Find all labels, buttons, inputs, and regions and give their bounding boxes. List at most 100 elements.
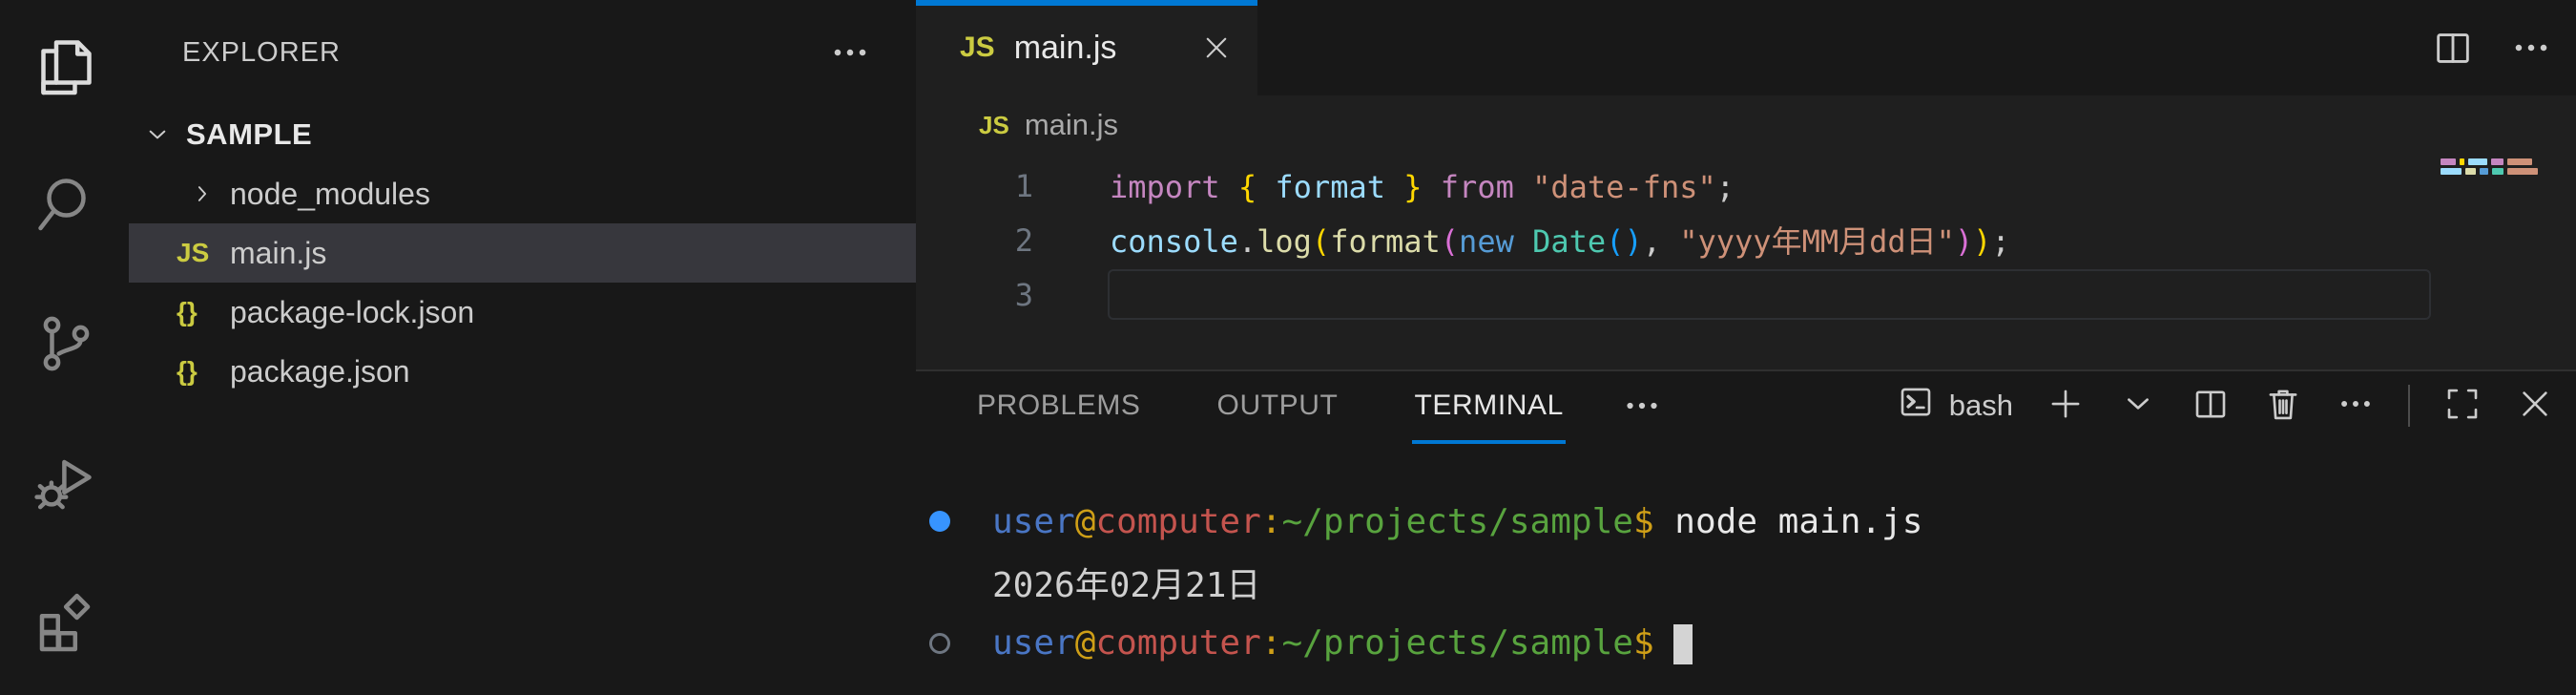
explorer-more-actions-button[interactable] — [828, 31, 872, 74]
minimap-segment — [2468, 158, 2487, 165]
activity-bar — [0, 0, 129, 695]
activity-item-source-control[interactable] — [0, 277, 129, 415]
shell-label: bash — [1949, 389, 2013, 423]
files-icon — [31, 32, 99, 106]
code-line-2[interactable]: 2 console.log(format(new Date(), "yyyy年MM… — [916, 213, 2576, 267]
code-line-1[interactable]: 1 import { format } from "date-fns"; — [916, 158, 2576, 213]
minimap-segment — [2460, 158, 2464, 165]
explorer-title: EXPLORER — [182, 37, 341, 69]
panel-actions: bash — [1896, 371, 2576, 440]
shell-selector[interactable]: bash — [1896, 382, 2013, 430]
close-icon — [2515, 384, 2555, 429]
plus-icon — [2046, 384, 2086, 429]
tree-item-package-lock.json[interactable]: {} package-lock.json — [129, 283, 916, 342]
panel-tab-output[interactable]: OUTPUT — [1215, 371, 1340, 444]
breadcrumb-label: main.js — [1025, 108, 1118, 142]
editor-group: JS main.js JS main.js 1 import { format }… — [916, 0, 2576, 369]
breadcrumb[interactable]: JS main.js — [916, 95, 1118, 155]
maximize-panel-button[interactable] — [2442, 384, 2483, 429]
terminal-text: user@computer:~/projects/sample$ node ma… — [992, 502, 1922, 541]
minimap[interactable] — [2441, 158, 2542, 178]
tree-root-sample[interactable]: SAMPLE — [129, 105, 916, 164]
trash-icon — [2263, 384, 2303, 429]
minimap-line — [2441, 158, 2542, 165]
activity-item-explorer[interactable] — [0, 0, 129, 138]
terminal-line-2: 2026年02月21日 — [916, 552, 2576, 613]
kill-terminal-button[interactable] — [2263, 384, 2303, 429]
json-file-icon: {} — [177, 297, 197, 327]
terminal-cursor — [1673, 624, 1693, 664]
line-number: 1 — [916, 168, 1033, 204]
tree-item-node_modules[interactable]: node_modules — [129, 164, 916, 223]
editor-more-actions-button[interactable] — [2509, 26, 2553, 70]
bottom-panel: PROBLEMS OUTPUT TERMINAL bash user@compute… — [916, 369, 2576, 695]
run-debug-icon — [31, 448, 99, 521]
minimap-segment — [2507, 168, 2538, 175]
tree-item-main.js[interactable]: JS main.js — [129, 223, 916, 283]
code-line-3[interactable]: 3 — [916, 267, 2576, 322]
minimap-segment — [2507, 158, 2532, 165]
extensions-icon — [31, 586, 99, 660]
minimap-segment — [2441, 158, 2456, 165]
json-file-icon: {} — [177, 356, 197, 387]
tree-item-package.json[interactable]: {} package.json — [129, 342, 916, 401]
close-icon[interactable] — [1200, 32, 1233, 64]
minimap-segment — [2480, 168, 2488, 175]
command-success-decoration — [916, 511, 992, 532]
sidebar: EXPLORER SAMPLE node_modules JS main.js {} p… — [129, 0, 916, 695]
activity-item-search[interactable] — [0, 138, 129, 277]
split-icon — [2191, 384, 2231, 429]
panel-tabs-more-button[interactable] — [1621, 371, 1663, 440]
tree-item-label: package-lock.json — [230, 295, 474, 330]
line-number: 2 — [916, 222, 1033, 259]
terminal-text: 2026年02月21日 — [992, 558, 1260, 607]
panel-tab-terminal[interactable]: TERMINAL — [1412, 371, 1566, 444]
terminal-line-3: user@computer:~/projects/sample$ — [916, 613, 2576, 674]
file-tree: node_modules JS main.js {} package-lock.json… — [129, 164, 916, 401]
code-line-content: console.log(format(new Date(), "yyyy年MM月… — [1108, 215, 2431, 265]
minimap-line — [2441, 168, 2542, 175]
activity-item-extensions[interactable] — [0, 554, 129, 692]
divider — [2408, 385, 2410, 427]
minimap-segment — [2491, 158, 2503, 165]
source-control-icon — [31, 309, 99, 383]
tree-item-label: node_modules — [230, 177, 430, 212]
chevron-down-icon — [2118, 384, 2158, 429]
terminal-dropdown-button[interactable] — [2118, 384, 2158, 429]
javascript-file-icon: JS — [960, 32, 995, 64]
code-line-content: import { format } from "date-fns"; — [1108, 160, 2431, 211]
editor-actions — [2431, 0, 2576, 95]
activity-item-run-debug[interactable] — [0, 415, 129, 554]
minimap-segment — [2492, 168, 2503, 175]
code-line-content — [1108, 269, 2431, 320]
tab-main-js[interactable]: JS main.js — [916, 0, 1257, 95]
tree-item-label: main.js — [230, 236, 326, 271]
panel-header: PROBLEMS OUTPUT TERMINAL bash — [916, 371, 2576, 461]
split-terminal-button[interactable] — [2191, 384, 2231, 429]
explorer-header: EXPLORER — [129, 0, 916, 105]
json-file-icon: {} — [177, 297, 230, 327]
chevron-right-icon — [177, 179, 230, 208]
terminal-line-1: user@computer:~/projects/sample$ node ma… — [916, 491, 2576, 552]
terminal[interactable]: user@computer:~/projects/sample$ node ma… — [916, 491, 2576, 674]
line-number: 3 — [916, 277, 1033, 313]
code-area[interactable]: 1 import { format } from "date-fns"; 2 cons… — [916, 158, 2576, 322]
screen-full-icon — [2442, 384, 2483, 429]
chevron-down-icon — [142, 119, 173, 150]
split-editor-button[interactable] — [2431, 26, 2475, 70]
search-icon — [31, 171, 99, 244]
javascript-file-icon: JS — [979, 111, 1009, 140]
command-pending-decoration — [916, 633, 992, 654]
javascript-file-icon: JS — [177, 238, 209, 268]
javascript-file-icon: JS — [177, 238, 230, 268]
new-terminal-button[interactable] — [2046, 384, 2086, 429]
panel-tab-problems[interactable]: PROBLEMS — [975, 371, 1143, 444]
terminal-text: user@computer:~/projects/sample$ — [992, 623, 1693, 664]
more-actions-button[interactable] — [2336, 384, 2376, 429]
ellipsis-icon — [2336, 384, 2376, 429]
close-panel-button[interactable] — [2515, 384, 2555, 429]
panel-tabs: PROBLEMS OUTPUT TERMINAL — [975, 371, 1566, 444]
tree-item-label: package.json — [230, 354, 410, 390]
tree-root-label: SAMPLE — [186, 117, 312, 152]
minimap-segment — [2465, 168, 2476, 175]
